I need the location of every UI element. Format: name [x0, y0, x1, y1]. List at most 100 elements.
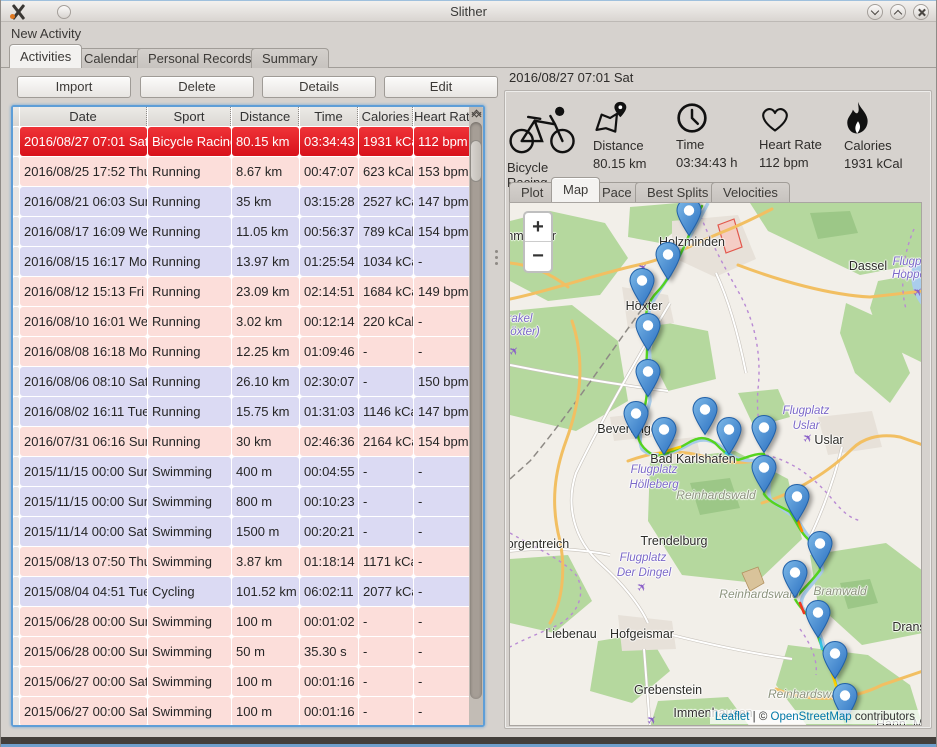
- table-row[interactable]: 2016/08/06 08:10 Sat Running 26.10 km 02…: [13, 367, 475, 396]
- cell-time[interactable]: 00:47:07 h: [300, 157, 358, 186]
- cell-distance[interactable]: 100 m: [232, 607, 299, 636]
- cell-calories[interactable]: -: [359, 457, 413, 486]
- table-row[interactable]: 2016/08/21 06:03 Sun Running 35 km 03:15…: [13, 187, 475, 216]
- cell-date[interactable]: 2016/08/21 06:03 Sun: [20, 187, 147, 216]
- delete-button[interactable]: Delete: [140, 76, 254, 98]
- cell-calories[interactable]: 623 kCal: [359, 157, 413, 186]
- cell-sport[interactable]: Running: [148, 397, 231, 426]
- cell-time[interactable]: 00:56:37 h: [300, 217, 358, 246]
- cell-date[interactable]: 2016/08/27 07:01 Sat: [20, 127, 147, 156]
- tab-map[interactable]: Map: [551, 177, 601, 202]
- cell-time[interactable]: 02:46:36 h: [300, 427, 358, 456]
- cell-calories[interactable]: -: [359, 667, 413, 696]
- cell-distance[interactable]: 26.10 km: [232, 367, 299, 396]
- cell-calories[interactable]: -: [359, 487, 413, 516]
- header-time[interactable]: Time: [300, 107, 358, 126]
- table-row[interactable]: 2016/08/10 16:01 Wed Running 3.02 km 00:…: [13, 307, 475, 336]
- cell-date[interactable]: 2016/08/06 08:10 Sat: [20, 367, 147, 396]
- table-row[interactable]: 2015/06/27 00:00 Sat Swimming 100 m 00:0…: [13, 697, 475, 725]
- cell-time[interactable]: 02:14:51 h: [300, 277, 358, 306]
- cell-distance[interactable]: 23.09 km: [232, 277, 299, 306]
- cell-calories[interactable]: -: [359, 367, 413, 396]
- table-row[interactable]: 2015/11/15 00:00 Sun Swimming 400 m 00:0…: [13, 457, 475, 486]
- table-row[interactable]: 2015/06/28 00:00 Sun Swimming 50 m 35.30…: [13, 637, 475, 666]
- cell-heart-rate[interactable]: -: [414, 637, 475, 666]
- cell-sport[interactable]: Swimming: [148, 547, 231, 576]
- cell-date[interactable]: 2015/06/28 00:00 Sun: [20, 637, 147, 666]
- cell-sport[interactable]: Running: [148, 157, 231, 186]
- table-row[interactable]: 2015/06/27 00:00 Sat Swimming 100 m 00:0…: [13, 667, 475, 696]
- cell-date[interactable]: 2015/08/13 07:50 Thu: [20, 547, 147, 576]
- cell-heart-rate[interactable]: 150 bpm: [414, 367, 475, 396]
- cell-distance[interactable]: 1500 m: [232, 517, 299, 546]
- header-sport[interactable]: Sport: [148, 107, 231, 126]
- map-marker[interactable]: [654, 241, 682, 284]
- cell-sport[interactable]: Bicycle Racing: [148, 127, 231, 156]
- cell-date[interactable]: 2015/06/27 00:00 Sat: [20, 667, 147, 696]
- cell-time[interactable]: 35.30 s: [300, 637, 358, 666]
- scroll-trough[interactable]: [470, 122, 482, 699]
- cell-sport[interactable]: Running: [148, 277, 231, 306]
- tab-summary[interactable]: Summary: [251, 48, 329, 68]
- tab-plot[interactable]: Plot: [509, 182, 556, 202]
- cell-heart-rate[interactable]: -: [414, 667, 475, 696]
- cell-heart-rate[interactable]: -: [414, 607, 475, 636]
- cell-calories[interactable]: 220 kCal: [359, 307, 413, 336]
- cell-sport[interactable]: Swimming: [148, 607, 231, 636]
- details-button[interactable]: Details: [262, 76, 376, 98]
- cell-time[interactable]: 00:20:21 h: [300, 517, 358, 546]
- table-row[interactable]: 2016/08/17 16:09 Wed Running 11.05 km 00…: [13, 217, 475, 246]
- table-row[interactable]: 2015/11/15 00:00 Sun Swimming 800 m 00:1…: [13, 487, 475, 516]
- header-calories[interactable]: Calories: [359, 107, 413, 126]
- cell-heart-rate[interactable]: -: [414, 487, 475, 516]
- table-row[interactable]: 2016/08/27 07:01 Sat Bicycle Racing 80.1…: [13, 127, 475, 156]
- map-marker[interactable]: [804, 599, 832, 642]
- cell-heart-rate[interactable]: -: [414, 337, 475, 366]
- cell-time[interactable]: 00:10:23 h: [300, 487, 358, 516]
- table-row[interactable]: 2016/07/31 06:16 Sun Running 30 km 02:46…: [13, 427, 475, 456]
- cell-calories[interactable]: 2077 kCal: [359, 577, 413, 606]
- cell-heart-rate[interactable]: 154 bpm: [414, 217, 475, 246]
- cell-sport[interactable]: Swimming: [148, 457, 231, 486]
- cell-sport[interactable]: Swimming: [148, 517, 231, 546]
- map-marker[interactable]: [650, 416, 678, 459]
- table-row[interactable]: 2016/08/12 15:13 Fri Running 23.09 km 02…: [13, 277, 475, 306]
- cell-time[interactable]: 06:02:11 h: [300, 577, 358, 606]
- cell-distance[interactable]: 100 m: [232, 697, 299, 725]
- vertical-scrollbar[interactable]: [469, 107, 483, 725]
- cell-calories[interactable]: 1034 kCal: [359, 247, 413, 276]
- cell-sport[interactable]: Running: [148, 427, 231, 456]
- map-marker[interactable]: [783, 483, 811, 526]
- cell-time[interactable]: 00:01:16 h: [300, 667, 358, 696]
- table-row[interactable]: 2015/08/13 07:50 Thu Swimming 3.87 km 01…: [13, 547, 475, 576]
- cell-calories[interactable]: -: [359, 337, 413, 366]
- header-distance[interactable]: Distance: [232, 107, 299, 126]
- cell-heart-rate[interactable]: 147 bpm: [414, 397, 475, 426]
- map-marker[interactable]: [821, 640, 849, 683]
- cell-sport[interactable]: Swimming: [148, 487, 231, 516]
- cell-distance[interactable]: 15.75 km: [232, 397, 299, 426]
- table-row[interactable]: 2015/11/14 00:00 Sat Swimming 1500 m 00:…: [13, 517, 475, 546]
- cell-heart-rate[interactable]: -: [414, 247, 475, 276]
- cell-calories[interactable]: 1146 kCal: [359, 397, 413, 426]
- cell-sport[interactable]: Running: [148, 367, 231, 396]
- cell-calories[interactable]: 2527 kCal: [359, 187, 413, 216]
- zoom-out-button[interactable]: −: [525, 242, 551, 271]
- cell-time[interactable]: 01:31:03 h: [300, 397, 358, 426]
- cell-sport[interactable]: Swimming: [148, 697, 231, 725]
- cell-sport[interactable]: Running: [148, 307, 231, 336]
- map-marker[interactable]: [634, 312, 662, 355]
- cell-heart-rate[interactable]: 154 bpm: [414, 427, 475, 456]
- close-button[interactable]: [913, 4, 929, 20]
- map-marker[interactable]: [634, 358, 662, 401]
- tab-best-splits[interactable]: Best Splits: [635, 182, 721, 202]
- table-row[interactable]: 2016/08/15 16:17 Mon Running 13.97 km 01…: [13, 247, 475, 276]
- cell-time[interactable]: 02:30:07 h: [300, 367, 358, 396]
- cell-distance[interactable]: 400 m: [232, 457, 299, 486]
- map-marker[interactable]: [715, 416, 743, 459]
- import-button[interactable]: Import: [17, 76, 131, 98]
- cell-time[interactable]: 00:12:14 h: [300, 307, 358, 336]
- cell-date[interactable]: 2015/08/04 04:51 Tue: [20, 577, 147, 606]
- cell-distance[interactable]: 50 m: [232, 637, 299, 666]
- cell-heart-rate[interactable]: 147 bpm: [414, 187, 475, 216]
